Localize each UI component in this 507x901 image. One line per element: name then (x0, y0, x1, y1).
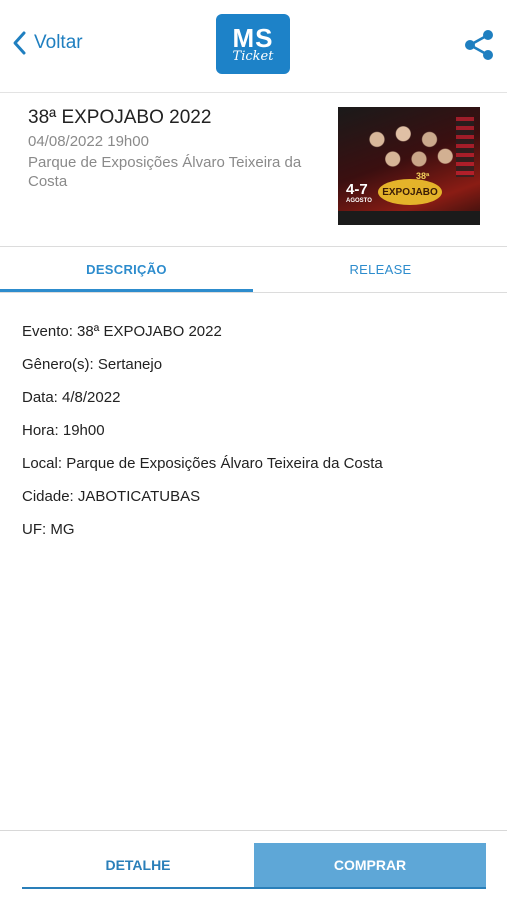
comprar-button[interactable]: COMPRAR (254, 843, 486, 887)
event-datetime: 04/08/2022 19h00 (28, 133, 149, 150)
detail-data: Data: 4/8/2022 (22, 389, 121, 406)
detail-hora: Hora: 19h00 (22, 422, 105, 439)
poster-artists (356, 117, 461, 173)
footer-underline (22, 887, 486, 889)
detail-cidade: Cidade: JABOTICATUBAS (22, 488, 201, 505)
logo-text-ticket: Ticket (232, 48, 274, 64)
poster-name: EXPOJABO (378, 179, 442, 205)
tab-bar: DESCRIÇÃO RELEASE (0, 246, 507, 293)
bottom-action-bar: DETALHE COMPRAR (0, 830, 507, 901)
top-bar: Voltar MS Ticket (0, 0, 507, 93)
ms-ticket-logo: MS Ticket (216, 14, 290, 74)
poster-dates: 4-7 AGOSTO (346, 181, 372, 204)
poster-lineup-strip (456, 117, 474, 177)
back-button[interactable]: Voltar (10, 30, 83, 56)
event-title: 38ª EXPOJABO 2022 (28, 107, 212, 128)
detail-genero: Gênero(s): Sertanejo (22, 356, 163, 373)
poster-days: 4-7 (346, 181, 368, 198)
logo-text-ms: MS (232, 22, 274, 53)
detail-evento: Evento: 38ª EXPOJABO 2022 (22, 323, 222, 340)
detalhe-button[interactable]: DETALHE (22, 843, 254, 887)
tab-descricao[interactable]: DESCRIÇÃO (0, 247, 253, 292)
share-icon[interactable] (462, 28, 496, 62)
detail-local: Local: Parque de Exposições Álvaro Teixe… (22, 455, 383, 472)
active-tab-indicator (0, 289, 253, 292)
event-details: Evento: 38ª EXPOJABO 2022 Gênero(s): Ser… (22, 318, 492, 549)
chevron-left-icon (13, 31, 26, 55)
tab-release[interactable]: RELEASE (254, 247, 507, 292)
poster-sponsors (338, 211, 480, 225)
detail-uf: UF: MG (22, 521, 75, 538)
event-place: Parque de Exposições Álvaro Teixeira da … (28, 154, 302, 190)
back-label: Voltar (34, 32, 83, 53)
event-poster-image: 38ª 4-7 AGOSTO EXPOJABO (338, 107, 480, 225)
event-summary: 38ª EXPOJABO 2022 04/08/2022 19h00 Parqu… (0, 93, 507, 245)
poster-month: AGOSTO (346, 198, 372, 204)
